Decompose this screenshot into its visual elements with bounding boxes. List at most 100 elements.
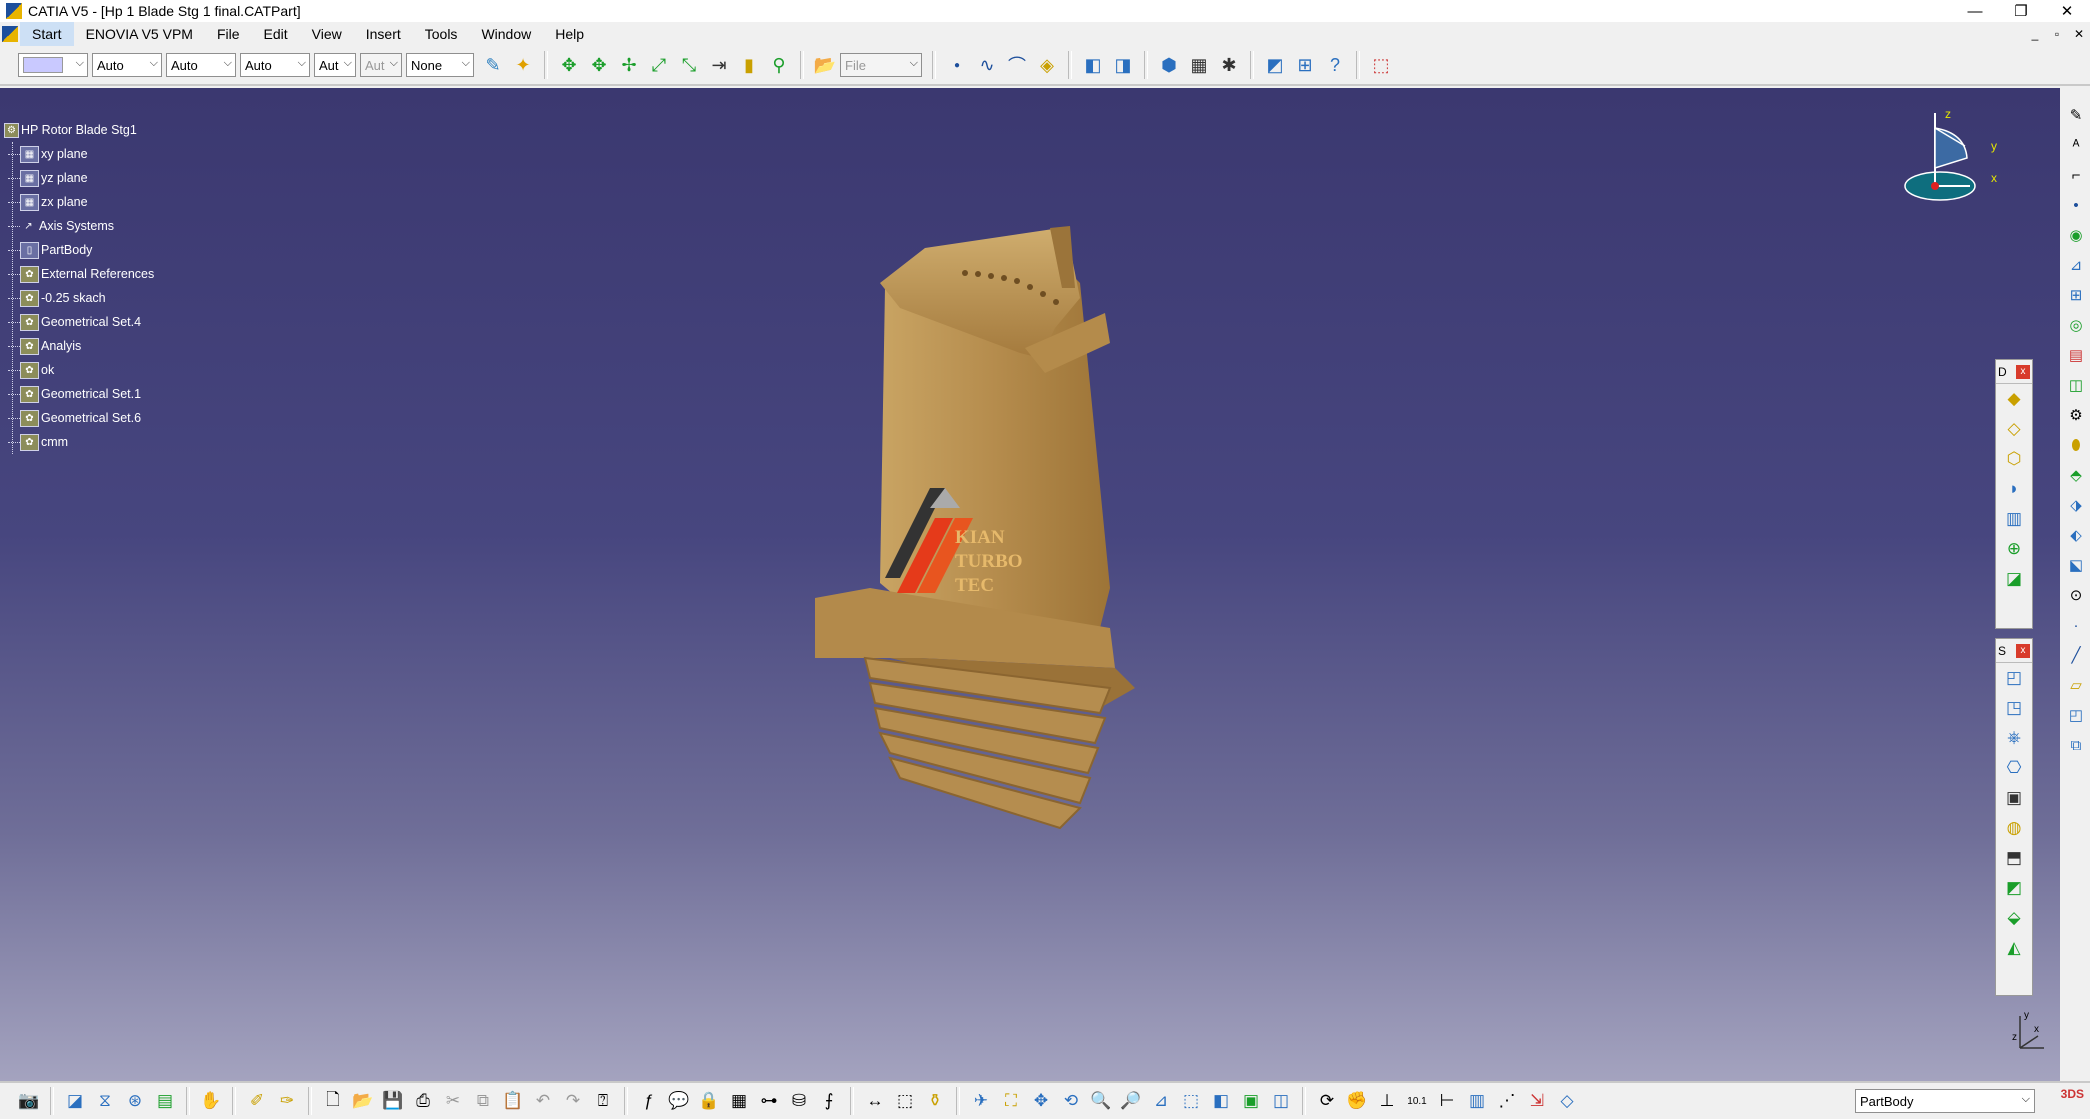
layer-combo[interactable]: Aut ⌵ [314,53,356,77]
menu-enovia[interactable]: ENOVIA V5 VPM [74,22,205,46]
tree-item-partbody[interactable]: ▯ PartBody [4,238,154,262]
pan-view-icon[interactable]: ✥ [1028,1088,1054,1114]
document-icon[interactable] [2,26,18,42]
zoom-in-icon[interactable]: 🔍 [1088,1088,1114,1114]
grid-scale-icon[interactable]: 10.1 [1404,1088,1430,1114]
redo-icon[interactable]: ↷ [560,1088,586,1114]
slot-icon[interactable]: ◪ [2001,566,2027,592]
sketcher-icon[interactable]: ✐ [244,1088,270,1114]
save-icon[interactable]: 💾 [380,1088,406,1114]
rule-icon[interactable]: ◫ [2064,371,2088,399]
zoom-out-icon[interactable]: 🔎 [1118,1088,1144,1114]
hand-icon[interactable]: ✋ [198,1088,224,1114]
tree-item-xy-plane[interactable]: ▦ xy plane [4,142,154,166]
tool-palette-icon[interactable]: ▥ [1464,1088,1490,1114]
blend-icon[interactable]: ▣ [2001,785,2027,811]
file-combo[interactable]: File ⌵ [840,53,922,77]
tree-item-yz-plane[interactable]: ▦ yz plane [4,166,154,190]
toolbar-close-button[interactable]: x [2016,364,2030,379]
intersection-icon[interactable]: ⧉ [2064,731,2088,759]
measure-icon[interactable]: ▮ [736,52,762,78]
3d-viewport[interactable]: ⚙ HP Rotor Blade Stg1 ▦ xy plane ▦ yz plan… [0,88,2060,1081]
sphere-icon[interactable]: ◉ [2064,221,2088,249]
distance-icon[interactable]: ⇥ [706,52,732,78]
turbine-blade-model[interactable] [780,188,1240,848]
plane-view-icon[interactable]: ◩ [1262,52,1288,78]
cone-icon[interactable]: ⬘ [2064,461,2088,489]
symmetry-icon[interactable]: ⬕ [2064,551,2088,579]
split-icon[interactable]: ⬒ [2001,845,2027,871]
groove-icon[interactable]: ◗ [2001,476,2027,502]
close-button[interactable]: ✕ [2044,0,2090,22]
cut-view-icon[interactable]: ◪ [62,1088,88,1114]
rotate-view-icon[interactable]: ⟲ [1058,1088,1084,1114]
constraint-icon[interactable]: ⊢ [1434,1088,1460,1114]
trim-icon[interactable]: ◩ [2001,875,2027,901]
filter-combo[interactable]: None ⌵ [406,53,474,77]
open-folder-icon[interactable]: 📂 [350,1088,376,1114]
snap-point-icon[interactable]: ⋰ [1494,1088,1520,1114]
simulation-icon[interactable]: ⊛ [122,1088,148,1114]
color-combo[interactable]: ⌵ [18,53,88,77]
iso-view-icon[interactable]: ⬚ [1178,1088,1204,1114]
join-icon[interactable]: ⬙ [2001,905,2027,931]
tree-item-geometrical-set-6[interactable]: ✿ Geometrical Set.6 [4,406,154,430]
cut-icon[interactable]: ✂ [440,1088,466,1114]
surface-icon[interactable]: ⌒ [1004,52,1030,78]
measure-between-icon[interactable]: ↔ [862,1088,888,1114]
heal-icon[interactable]: ◭ [2001,935,2027,961]
undo-icon[interactable]: ↶ [530,1088,556,1114]
formula-fx-icon[interactable]: ƒ [636,1088,662,1114]
tree-item-axis-systems[interactable]: ↗ Axis Systems [4,214,154,238]
catalog-icon[interactable]: ⬚ [1368,52,1394,78]
revolve-icon[interactable]: ◳ [2001,695,2027,721]
fly-icon[interactable]: ✈ [968,1088,994,1114]
menu-insert[interactable]: Insert [354,22,413,46]
knowledge-advisor-icon[interactable]: ⨍ [816,1088,842,1114]
camera-icon[interactable]: 📷 [16,1088,42,1114]
pad-icon[interactable]: ◆ [2001,386,2027,412]
projection-icon[interactable]: ◰ [2064,701,2088,729]
point-small-icon[interactable]: · [2064,611,2088,639]
menu-start[interactable]: Start [20,22,74,46]
sketch-plane-icon[interactable]: ✑ [274,1088,300,1114]
settings-gear-icon[interactable]: ⚙ [2064,401,2088,429]
multi-view-icon[interactable]: ⊞ [1292,52,1318,78]
rib-icon[interactable]: ⊕ [2001,536,2027,562]
update-icon[interactable]: ⟳ [1314,1088,1340,1114]
lock-icon[interactable]: 🔒 [696,1088,722,1114]
measure-inertia-icon[interactable]: ⚱ [922,1088,948,1114]
layers-icon[interactable]: ▤ [152,1088,178,1114]
folder-icon[interactable]: 📂 [812,52,838,78]
paste-icon[interactable]: 📋 [500,1088,526,1114]
measure-item-icon[interactable]: ⬚ [892,1088,918,1114]
sketch-icon[interactable]: ✎ [2064,101,2088,129]
snap-icon[interactable]: ⤢ [646,52,672,78]
knowledge-icon[interactable]: ◎ [2064,311,2088,339]
pocket-icon[interactable]: ◇ [2001,416,2027,442]
minimize-button[interactable]: — [1952,0,1998,22]
tree-item-zx-plane[interactable]: ▦ zx plane [4,190,154,214]
toolbar-header[interactable]: S x [1996,639,2032,663]
spline-icon[interactable]: ∿ [974,52,1000,78]
new-file-icon[interactable]: 🗋 [320,1088,346,1114]
sweep-icon[interactable]: ⎈ [2001,725,2027,751]
tree-item-cmm[interactable]: ✿ cmm [4,430,154,454]
tree-item-geometrical-set-1[interactable]: ✿ Geometrical Set.1 [4,382,154,406]
whats-this-icon[interactable]: ? [1322,52,1348,78]
line-icon[interactable]: ╱ [2064,641,2088,669]
hide-show-icon[interactable]: ✱ [1216,52,1242,78]
tree-item-geometrical-set-4[interactable]: ✿ Geometrical Set.4 [4,310,154,334]
move-icon[interactable]: ✢ [616,52,642,78]
swap-space-icon[interactable]: ◫ [1268,1088,1294,1114]
point-icon[interactable]: • [2064,191,2088,219]
transform-icon[interactable]: ⊙ [2064,581,2088,609]
tree-item-ok[interactable]: ✿ ok [4,358,154,382]
shading-icon[interactable]: ◧ [1208,1088,1234,1114]
copy-icon[interactable]: ⧉ [470,1088,496,1114]
linetype-combo[interactable]: Auto ⌵ [92,53,162,77]
table-icon[interactable]: ▦ [726,1088,752,1114]
translate-icon[interactable]: ⤡ [676,52,702,78]
properties-icon[interactable]: ✦ [510,52,536,78]
tree-view-icon[interactable]: ⊶ [756,1088,782,1114]
